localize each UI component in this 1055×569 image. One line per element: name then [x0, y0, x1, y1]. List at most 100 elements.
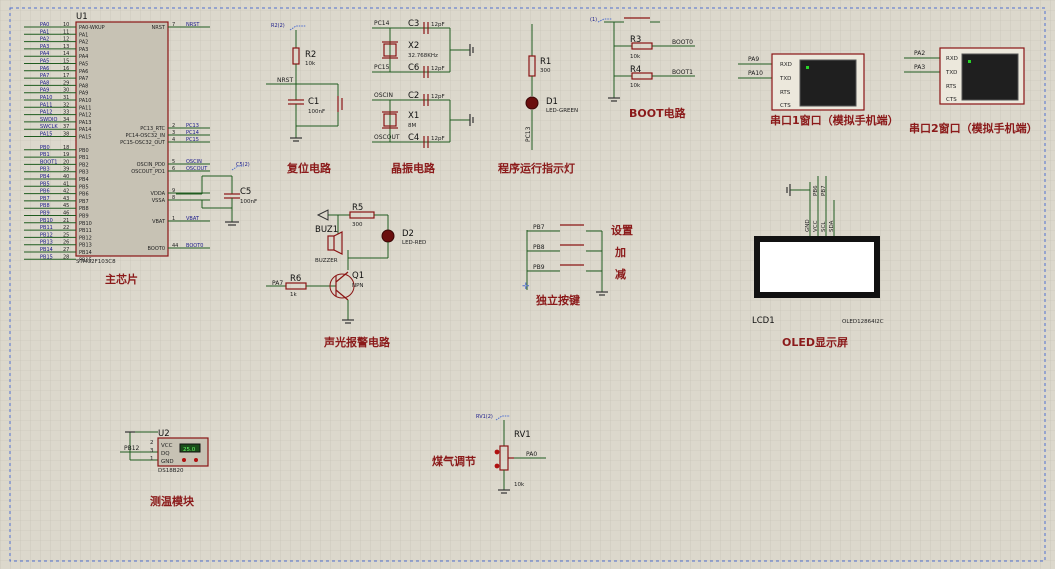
u2-pin-gnd: GND [161, 459, 174, 465]
mcu-pin-num: 22 [63, 225, 69, 231]
oled-pin-vcc: VCC [813, 220, 819, 232]
section-keys: 独立按键 [535, 293, 581, 307]
schematic-sheet[interactable]: U1 STM32F103C8 PA0 10 PA0-WKUPPA1 11 PA1PA2 1… [0, 0, 1055, 569]
uart2-pin-rxd: RXD [946, 56, 958, 62]
mcu-pin-num: 1 [172, 216, 175, 222]
mcu-pin-num: 15 [63, 59, 69, 65]
mcu-pin-name: PB0 [79, 148, 89, 154]
key2-net: PB8 [533, 244, 545, 251]
mcu-pin-net: PA9 [40, 88, 49, 94]
mcu-pin-name: PB15 [79, 257, 92, 263]
mcu-pin-num: 42 [63, 189, 69, 195]
mcu-pin-net: PB4 [40, 174, 50, 180]
mcu-pin-name: PB13 [79, 243, 92, 249]
mcu-pin-net: OSCOUT [186, 166, 208, 172]
oled-pin-gnd: GND [805, 219, 811, 232]
mcu-pin-net: SWDIO [40, 117, 57, 123]
key2-label: 加 [614, 245, 626, 259]
mcu-pin-num: 9 [172, 188, 175, 194]
section-boot: BOOT电路 [629, 106, 687, 120]
mcu-pin-num: 13 [63, 44, 69, 50]
mcu-pin-name: PB4 [79, 177, 89, 183]
mcu-pin-net: PA8 [40, 80, 49, 86]
c2-ref: C2 [408, 91, 419, 101]
uart1-pin-cts: CTS [780, 103, 791, 109]
x1-ref: X1 [408, 111, 419, 121]
mcu-pin-num: 39 [63, 167, 69, 173]
c6-value: 12pF [431, 66, 445, 72]
reset-probe: R2(2) [271, 23, 285, 29]
mcu-pin-name: PB14 [79, 250, 92, 256]
mcu-pin-name: PB11 [79, 228, 92, 234]
r3-ref: R3 [630, 35, 641, 45]
section-run-led: 程序运行指示灯 [498, 161, 575, 175]
mcu-pin-net: PA1 [40, 29, 49, 35]
c1-ref: C1 [308, 97, 319, 107]
reset-net: NRST [277, 77, 293, 84]
mcu-pin-num: 41 [63, 181, 69, 187]
c3-ref: C3 [408, 19, 419, 29]
mcu-pin-num: 18 [63, 145, 69, 151]
mcu-pin-net: PA11 [40, 102, 52, 108]
mcu-pin-net: PA15 [40, 132, 52, 138]
u2-model: DS18B20 [158, 468, 184, 474]
boot-probe: (1) [590, 17, 597, 23]
mcu-pin-num: 32 [63, 102, 69, 108]
uart1-pin-rts: RTS [780, 90, 791, 96]
mcu-pin-net: BOOT1 [40, 159, 57, 165]
mcu-pin-net: PB11 [40, 225, 53, 231]
mcu-pin-net: PA2 [40, 37, 49, 43]
uart2-pin-cts: CTS [946, 97, 957, 103]
mcu-pin-num: 30 [63, 88, 69, 94]
r6-value: 1k [290, 292, 297, 298]
mcu-pin-name: BOOT0 [148, 246, 165, 252]
mcu-pin-net: PC15 [186, 137, 199, 143]
mcu-pin-net: OSCIN [186, 159, 202, 165]
u2-pin-num-1: 2 [150, 440, 154, 446]
r5-value: 300 [352, 222, 363, 228]
mcu-pin-net: PB5 [40, 181, 50, 187]
mcu-pin-net: PA5 [40, 59, 49, 65]
r1-ref: R1 [540, 57, 551, 67]
uart1-net-rx: PA9 [748, 56, 759, 63]
mcu-pin-net: PB14 [40, 247, 53, 253]
uart2-net-rx: PA2 [914, 50, 925, 57]
x1-value: 8M [408, 123, 416, 129]
mcu-pin-num: 38 [63, 132, 69, 138]
mcu-pin-name: VSSA [152, 198, 166, 204]
section-uart2: 串口2窗口（模拟手机端） [909, 121, 1038, 135]
c5-ref: C5 [240, 187, 251, 197]
mcu-pin-num: 26 [63, 240, 69, 246]
mcu-pin-name: PA10 [79, 98, 91, 104]
mcu-pin-net: PB0 [40, 145, 50, 151]
mcu-pin-num: 4 [172, 137, 175, 143]
u2-pin-num-3: 1 [150, 456, 154, 462]
r1-value: 300 [540, 68, 551, 74]
mcu-pin-name: PA6 [79, 69, 88, 75]
d2-led [381, 229, 395, 243]
section-reset: 复位电路 [286, 161, 332, 175]
mcu-pin-net: PA3 [40, 44, 49, 50]
r5-ref: R5 [352, 203, 363, 213]
buz1-ref: BUZ1 [315, 225, 338, 235]
mcu-pin-net: BOOT0 [186, 243, 203, 249]
mcu-pin-name: PB2 [79, 162, 89, 168]
section-alarm: 声光报警电路 [323, 335, 391, 349]
mcu-pin-num: 31 [63, 95, 69, 101]
mcu-pin-net: PB12 [40, 232, 53, 238]
mcu-pin-net: PA7 [40, 73, 49, 79]
mcu-pin-name: PB3 [79, 170, 89, 176]
rv1-ref: RV1 [514, 430, 531, 440]
crystal-net-oscout: OSCOUT [374, 134, 400, 141]
c5-probe: C5(2) [236, 162, 250, 168]
mcu-pin-net: PC14 [186, 130, 199, 136]
c4-value: 12pF [431, 136, 445, 142]
mcu-pin-net: PB8 [40, 203, 50, 209]
mcu-pin-net: PA4 [40, 51, 49, 57]
mcu-pin-name: PA13 [79, 120, 91, 126]
mcu-pin-net: PA10 [40, 95, 52, 101]
mcu-pin-net: PB3 [40, 167, 50, 173]
crystal-net-oscin: OSCIN [374, 92, 393, 99]
q1-value: NPN [352, 283, 364, 289]
mcu-pin-num: 11 [63, 29, 69, 35]
